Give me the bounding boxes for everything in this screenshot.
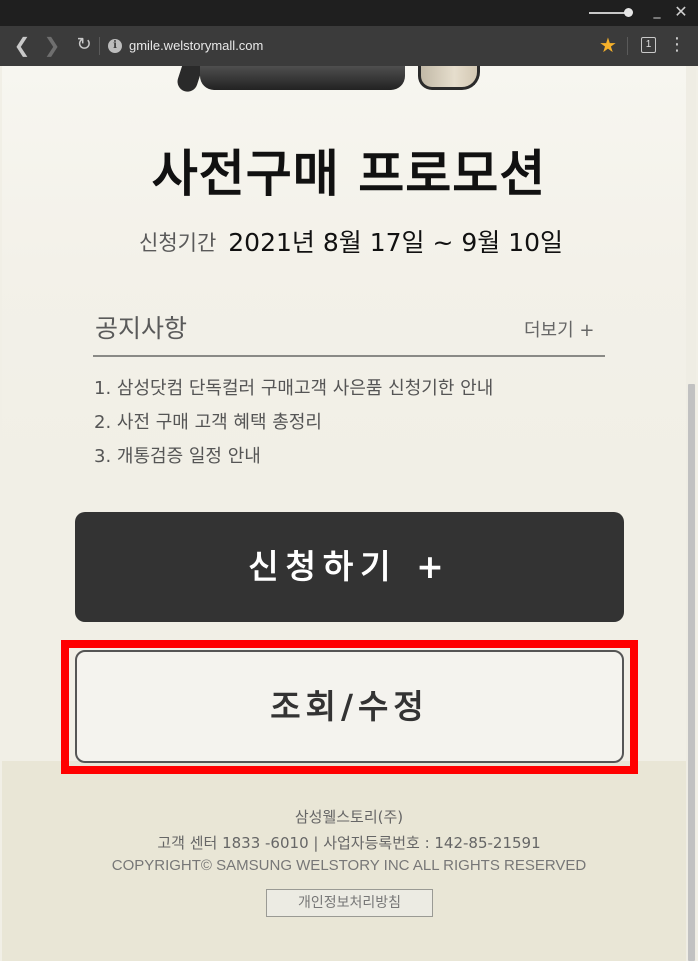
notice-item[interactable]: 2. 사전 구매 고객 혜택 총정리: [94, 406, 493, 440]
application-period: 신청기간 2021년 8월 17일 ~ 9월 10일: [139, 226, 563, 260]
notice-item[interactable]: 1. 삼성닷컴 단독컬러 구매고객 사은품 신청기한 안내: [94, 372, 493, 406]
zoom-slider-knob[interactable]: [624, 8, 633, 17]
privacy-policy-button[interactable]: 개인정보처리방침: [266, 889, 433, 917]
address-bar[interactable]: gmile.welstorymall.com: [129, 37, 263, 55]
product-phone-image: [200, 66, 405, 90]
period-value: 2021년 8월 17일 ~ 9월 10일: [228, 228, 564, 257]
toolbar-divider: [99, 37, 100, 55]
forward-icon: ❯: [43, 33, 61, 57]
info-icon[interactable]: i: [108, 39, 122, 53]
page-title: 사전구매 프로모션: [151, 145, 547, 203]
footer-company: 삼성웰스토리(주): [294, 808, 404, 826]
close-icon[interactable]: ✕: [673, 3, 689, 21]
more-link[interactable]: 더보기 +: [524, 319, 594, 343]
browser-toolbar: ❮ ❯ ↻ i gmile.welstorymall.com ★ 1 ⋮: [0, 26, 698, 66]
minimize-icon[interactable]: _: [650, 4, 664, 20]
star-icon[interactable]: ★: [597, 33, 619, 57]
inquiry-edit-button[interactable]: 조회/수정: [75, 650, 624, 763]
notice-item[interactable]: 3. 개통검증 일정 안내: [94, 440, 493, 474]
menu-icon[interactable]: ⋮: [668, 34, 686, 58]
back-icon[interactable]: ❮: [10, 34, 34, 58]
window-titlebar: _ ✕: [0, 0, 698, 26]
zoom-slider-track[interactable]: [589, 12, 629, 14]
period-label: 신청기간: [139, 231, 217, 255]
footer-contact: 고객 센터 1833 -6010 | 사업자등록번호 : 142-85-2159…: [157, 834, 541, 852]
notice-divider: [93, 355, 605, 357]
notice-title: 공지사항: [95, 314, 188, 343]
notice-list: 1. 삼성닷컴 단독컬러 구매고객 사은품 신청기한 안내 2. 사전 구매 고…: [94, 372, 493, 474]
apply-button[interactable]: 신청하기 +: [75, 512, 624, 622]
tab-count-button[interactable]: 1: [641, 37, 656, 53]
page-viewport: 사전구매 프로모션 신청기간 2021년 8월 17일 ~ 9월 10일 공지사항…: [0, 66, 698, 961]
scrollbar-thumb[interactable]: [688, 384, 695, 961]
footer-copyright: COPYRIGHT© SAMSUNG WELSTORY INC ALL RIGH…: [111, 857, 587, 874]
reload-icon[interactable]: ↻: [72, 34, 96, 58]
product-phone-flip-image: [418, 66, 480, 90]
toolbar-divider: [627, 37, 628, 55]
